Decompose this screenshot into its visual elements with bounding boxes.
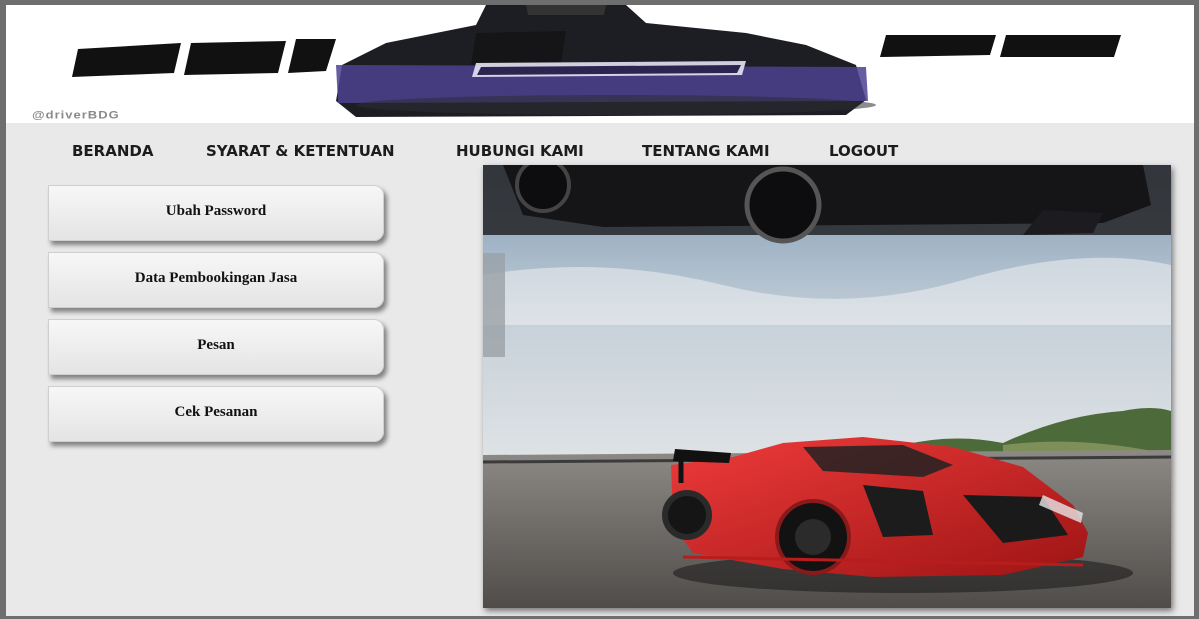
app-frame: @driverBDG BERANDA SYARAT & KETENTUAN HU… — [6, 5, 1194, 616]
red-supercar-photo — [483, 165, 1171, 608]
nav-beranda[interactable]: BERANDA — [72, 142, 153, 160]
cek-pesanan-button[interactable]: Cek Pesanan — [48, 386, 384, 442]
hero-image — [483, 165, 1171, 608]
driver-bdg-logo — [72, 5, 1121, 117]
main-nav: BERANDA SYARAT & KETENTUAN HUBUNGI KAMI … — [6, 123, 1194, 171]
header-banner: @driverBDG — [6, 5, 1194, 123]
nav-tentang-kami[interactable]: TENTANG KAMI — [642, 142, 770, 160]
nav-syarat-ketentuan[interactable]: SYARAT & KETENTUAN — [206, 142, 395, 160]
pesan-button[interactable]: Pesan — [48, 319, 384, 375]
nav-logout[interactable]: LOGOUT — [829, 142, 898, 160]
data-pembookingan-button[interactable]: Data Pembookingan Jasa — [48, 252, 384, 308]
social-handle: @driverBDG — [32, 108, 120, 121]
nav-hubungi-kami[interactable]: HUBUNGI KAMI — [456, 142, 584, 160]
ubah-password-button[interactable]: Ubah Password — [48, 185, 384, 241]
